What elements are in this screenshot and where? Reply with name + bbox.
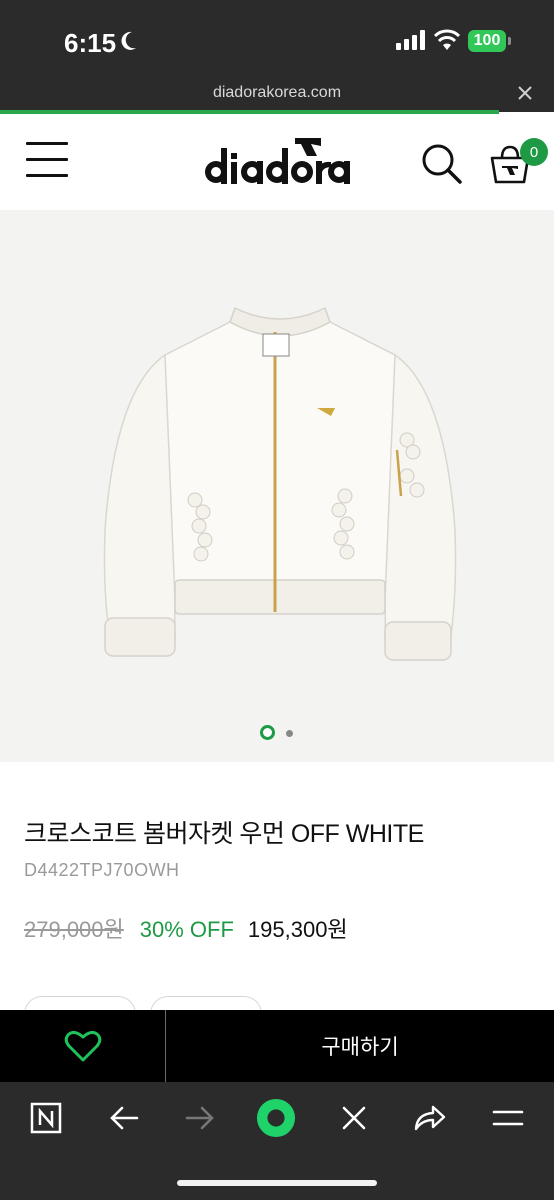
diadora-logo[interactable]: [203, 134, 353, 190]
status-bar: 6:15 100: [0, 0, 554, 88]
share-icon[interactable]: [410, 1098, 450, 1138]
product-name: 크로스코트 봄버자켓 우먼 OFF WHITE: [24, 820, 424, 848]
hamburger-menu-icon[interactable]: [26, 142, 68, 178]
site-header: 0: [0, 114, 554, 210]
back-arrow-icon[interactable]: [104, 1098, 144, 1138]
cart-count-badge: 0: [520, 138, 548, 166]
url-text[interactable]: diadorakorea.com: [0, 84, 554, 102]
wifi-icon: [434, 29, 460, 50]
heart-icon: [64, 1030, 101, 1062]
carousel-dot[interactable]: [286, 730, 293, 737]
buy-button[interactable]: 구매하기: [166, 1010, 554, 1082]
battery-cap: [508, 37, 511, 45]
carousel-dot-active[interactable]: [260, 725, 275, 740]
menu-icon[interactable]: [488, 1098, 528, 1138]
url-bar[interactable]: diadorakorea.com: [0, 76, 554, 112]
browser-toolbar: [0, 1082, 554, 1200]
green-dot-icon[interactable]: [256, 1098, 296, 1138]
status-time: 6:15: [64, 28, 117, 58]
home-indicator[interactable]: [177, 1180, 377, 1186]
product-image-carousel[interactable]: [0, 210, 554, 762]
discount-rate: 30% OFF: [139, 917, 234, 942]
signal-icon: [396, 30, 425, 50]
search-icon[interactable]: [420, 142, 464, 186]
battery-indicator: 100: [468, 30, 506, 52]
wishlist-button[interactable]: [0, 1010, 165, 1082]
buy-bar: 구매하기: [0, 1010, 554, 1082]
close-icon[interactable]: [334, 1098, 374, 1138]
white-bomber-jacket-image: [103, 306, 457, 661]
forward-arrow-icon[interactable]: [180, 1098, 220, 1138]
naver-home-icon[interactable]: [26, 1098, 66, 1138]
price-row: 279,000원 30% OFF 195,300원: [24, 912, 348, 942]
moon-icon: [121, 31, 136, 50]
close-icon[interactable]: [514, 82, 536, 104]
product-code: D4422TPJ70OWH: [24, 860, 180, 880]
original-price: 279,000원: [24, 917, 124, 942]
sale-price: 195,300원: [247, 917, 348, 942]
battery-level: 100: [473, 32, 501, 49]
